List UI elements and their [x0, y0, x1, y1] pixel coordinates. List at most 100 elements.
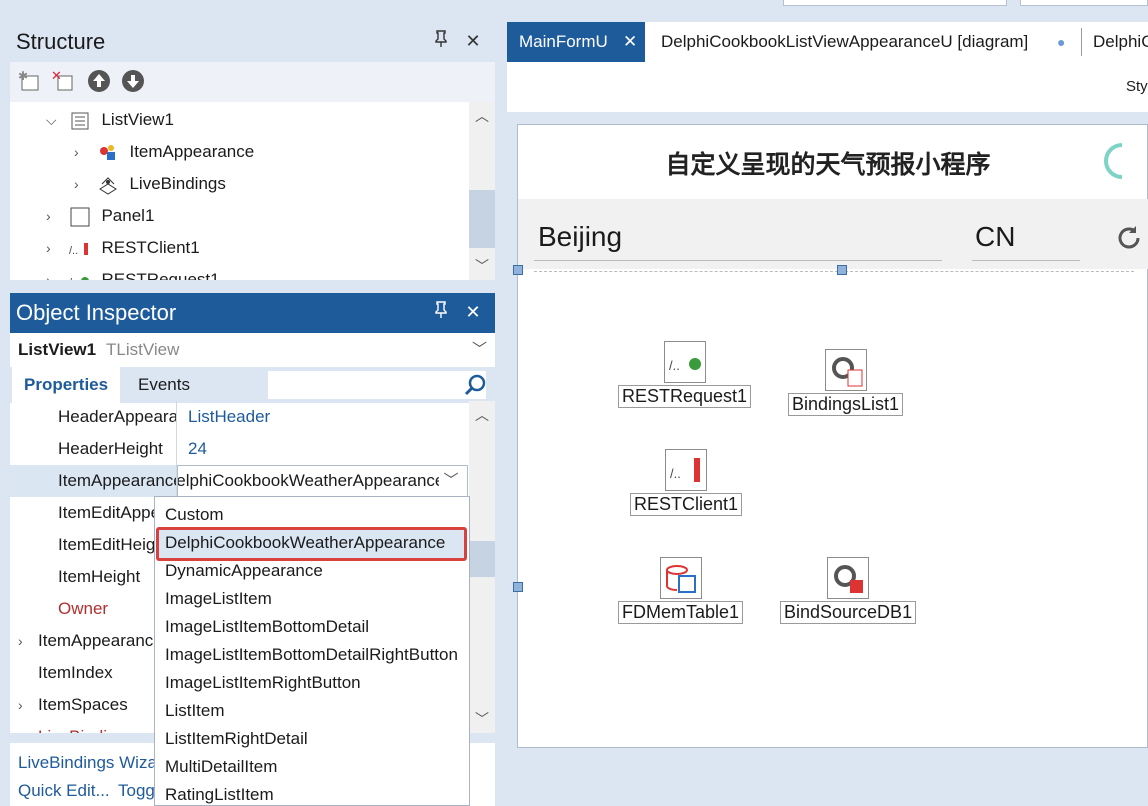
tab-label: DelphiC — [1093, 32, 1148, 51]
component-restclient1[interactable]: /.. RESTClient1 — [630, 449, 743, 516]
component-label: BindSourceDB1 — [780, 601, 917, 624]
form-title: 自定义呈现的天气预报小程序 — [665, 151, 991, 179]
property-name: LiveBindings — [38, 721, 156, 733]
editor-area: MainFormU ✕ DelphiCookbookListViewAppear… — [507, 22, 1148, 806]
chevron-right-icon[interactable]: › — [46, 201, 64, 231]
delete-item-icon[interactable]: ✕ — [50, 68, 76, 94]
scroll-thumb[interactable] — [469, 190, 495, 248]
resize-handle[interactable] — [837, 265, 847, 275]
chevron-down-icon[interactable]: ﹀ — [472, 333, 487, 367]
country-value: CN — [975, 221, 1016, 252]
top-field-2[interactable] — [1020, 0, 1148, 6]
style-label: Sty — [1126, 78, 1148, 95]
dropdown-option[interactable]: ImageListItem — [165, 585, 272, 613]
component-bindsourcedb1[interactable]: BindSourceDB1 — [780, 557, 917, 624]
tree-item-label: RESTClient1 — [101, 238, 200, 257]
rest-request-icon: /.. — [663, 341, 706, 383]
chevron-right-icon[interactable]: › — [74, 169, 92, 199]
component-label: RESTClient1 — [630, 493, 743, 516]
move-up-icon[interactable] — [86, 68, 112, 94]
tab-label: DelphiCookbookListViewAppearanceU [diagr… — [661, 32, 1029, 51]
tree-item-label: LiveBindings — [129, 174, 226, 193]
editor-toolbar: Sty — [507, 62, 1148, 112]
svg-text:/..: /.. — [69, 277, 78, 280]
listview-icon — [69, 111, 91, 131]
search-icon[interactable] — [464, 373, 488, 402]
tree-item-label: RESTRequest1 — [101, 270, 220, 280]
dropdown-option-selected[interactable]: DelphiCookbookWeatherAppearance — [165, 529, 445, 557]
city-value: Beijing — [538, 221, 623, 252]
chevron-right-icon[interactable]: › — [18, 689, 23, 721]
property-value[interactable]: ListHeader — [188, 401, 270, 433]
tree-item-restrequest1[interactable]: › /.. RESTRequest1 — [46, 265, 220, 280]
close-icon[interactable]: ✕ — [462, 30, 484, 52]
move-down-icon[interactable] — [120, 68, 146, 94]
tree-item-panel1[interactable]: › Panel1 — [46, 201, 154, 231]
top-field-1[interactable] — [783, 0, 1007, 6]
country-input[interactable]: CN — [972, 217, 1080, 261]
inspector-scrollbar[interactable]: ︿ ﹀ — [469, 401, 495, 733]
property-value[interactable]: 24 — [188, 433, 207, 465]
tree-item-label: Panel1 — [101, 206, 155, 225]
dropdown-option[interactable]: ImageListItemBottomDetailRightButton — [165, 641, 458, 669]
tree-item-livebindings[interactable]: › LiveBindings — [74, 169, 226, 199]
property-row-selected[interactable]: ItemAppearance DelphiCookbookWeatherAppe… — [10, 465, 468, 497]
chevron-right-icon[interactable]: › — [74, 137, 92, 167]
dropdown-option[interactable]: ImageListItemBottomDetail — [165, 613, 369, 641]
component-restrequest1[interactable]: /.. RESTRequest1 — [618, 341, 752, 408]
tab-mainformu[interactable]: MainFormU ✕ — [507, 22, 645, 62]
dropdown-option[interactable]: ListItemRightDetail — [165, 725, 308, 753]
item-appearance-combo[interactable]: DelphiCookbookWeatherAppearance ﹀ — [177, 465, 468, 497]
dropdown-option[interactable]: MultiDetailItem — [165, 753, 277, 781]
tab-events[interactable]: Events — [126, 367, 202, 403]
tab-delphic[interactable]: DelphiC — [1081, 22, 1148, 62]
component-label: FDMemTable1 — [618, 601, 744, 624]
tab-properties[interactable]: Properties — [12, 367, 121, 403]
chevron-up-icon[interactable]: ︿ — [469, 106, 495, 126]
refresh-icon[interactable] — [1114, 223, 1144, 258]
quick-edit-link[interactable]: Quick Edit... — [18, 781, 110, 801]
chevron-right-icon[interactable]: › — [46, 233, 64, 263]
form-designer[interactable]: 自定义呈现的天气预报小程序 Beijing CN /.. RESTRequest… — [513, 124, 1148, 748]
component-selector[interactable]: ListView1 TListView ﹀ — [10, 333, 495, 367]
pin-icon[interactable] — [430, 301, 452, 323]
dropdown-option[interactable]: ImageListItemRightButton — [165, 669, 361, 697]
structure-scrollbar[interactable]: ︿ ﹀ — [469, 102, 495, 280]
close-icon[interactable]: ✕ — [462, 301, 484, 323]
resize-handle[interactable] — [513, 265, 523, 275]
tab-diagram[interactable]: DelphiCookbookListViewAppearanceU [diagr… — [649, 22, 1079, 62]
dropdown-option[interactable]: RatingListItem — [165, 781, 274, 805]
chevron-up-icon[interactable]: ︿ — [469, 405, 495, 425]
scroll-thumb[interactable] — [469, 541, 495, 577]
component-bindingslist1[interactable]: BindingsList1 — [788, 349, 904, 416]
chevron-down-icon[interactable]: ﹀ — [469, 256, 495, 276]
property-name: ItemSpaces — [38, 695, 128, 714]
new-item-icon[interactable]: ✱ — [16, 68, 42, 94]
component-fdmemtable1[interactable]: FDMemTable1 — [618, 557, 744, 624]
chevron-right-icon[interactable]: › — [46, 265, 64, 280]
property-search-input[interactable] — [268, 371, 486, 399]
selected-component-name: ListView1 — [18, 340, 97, 359]
tree-item-listview1[interactable]: ⌵ ListView1 — [46, 105, 174, 135]
dropdown-option[interactable]: Custom — [165, 501, 224, 529]
resize-handle[interactable] — [513, 582, 523, 592]
dropdown-option[interactable]: DynamicAppearance — [165, 557, 323, 585]
item-appearance-icon — [97, 143, 119, 163]
chevron-down-icon[interactable]: ﹀ — [469, 709, 495, 729]
component-label: BindingsList1 — [788, 393, 904, 416]
tree-item-restclient1[interactable]: › /.. RESTClient1 — [46, 233, 200, 263]
panel-icon — [69, 207, 91, 227]
property-row[interactable]: HeaderHeight 24 — [10, 433, 468, 465]
chevron-down-icon[interactable]: ⌵ — [46, 105, 64, 135]
pin-icon[interactable] — [430, 30, 452, 52]
chevron-down-icon[interactable]: ﹀ — [439, 466, 463, 496]
selected-component-type: TListView — [106, 340, 180, 359]
inspector-tabs: Properties Events — [10, 367, 495, 403]
close-icon[interactable]: ✕ — [623, 22, 637, 62]
tree-item-itemappearance[interactable]: › ItemAppearance — [74, 137, 254, 167]
dropdown-option[interactable]: ListItem — [165, 697, 225, 725]
city-input[interactable]: Beijing — [534, 217, 942, 261]
chevron-right-icon[interactable]: › — [18, 625, 23, 657]
modified-dot-icon: ● — [1057, 34, 1066, 50]
property-row[interactable]: HeaderAppearance ListHeader — [10, 401, 468, 433]
